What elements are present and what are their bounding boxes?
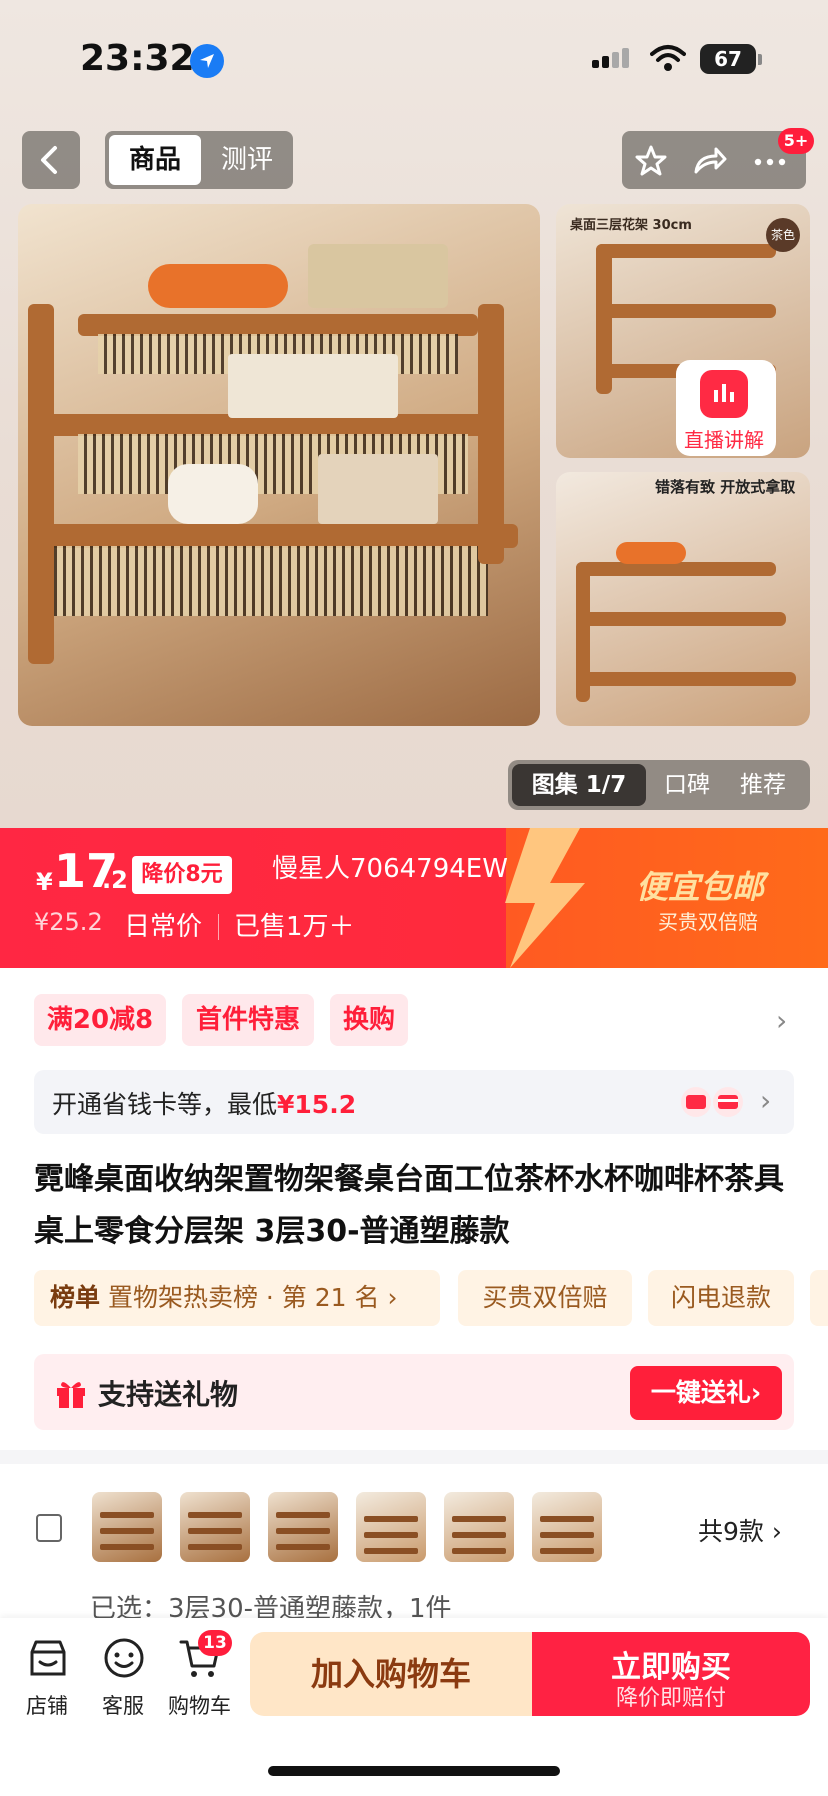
promo-subtitle: 买贵双倍赔	[658, 910, 758, 934]
customer-service-icon[interactable]	[102, 1636, 146, 1680]
divider	[218, 914, 219, 940]
promo-chip-discount[interactable]: 满20减8	[34, 994, 166, 1046]
top-tab-switcher: 商品 测评	[105, 131, 293, 189]
promo-title: 便宜包邮	[636, 868, 765, 906]
sold-count: 已售1万＋	[234, 912, 355, 942]
live-stream-label: 直播讲解	[684, 428, 764, 452]
sku-total-link[interactable]: 共9款 ›	[698, 1512, 782, 1548]
sku-option[interactable]	[356, 1492, 426, 1562]
buy-now-button[interactable]: 立即购买 降价即赔付	[532, 1632, 810, 1716]
gallery-switcher: 图集 1/7 口碑 推荐	[508, 760, 810, 810]
promo-chip-exchange[interactable]: 换购	[330, 994, 408, 1046]
thumbnail-image-2[interactable]	[556, 472, 810, 726]
sku-option[interactable]	[92, 1492, 162, 1562]
chevron-left-icon	[41, 146, 57, 174]
live-stream-icon	[700, 370, 748, 418]
tab-product[interactable]: 商品	[109, 135, 201, 185]
buy-now-sub: 降价即赔付	[615, 1686, 726, 1711]
customer-service-label[interactable]: 客服	[102, 1690, 144, 1720]
daily-price-label: 日常价	[124, 912, 203, 942]
coupon-icons	[680, 1086, 746, 1118]
store-icon[interactable]	[26, 1636, 70, 1680]
home-indicator[interactable]	[268, 1766, 560, 1776]
saver-chevron-icon: ›	[760, 1084, 772, 1117]
wifi-icon	[650, 44, 686, 76]
add-to-cart-button[interactable]: 加入购物车	[250, 1632, 532, 1716]
sku-option[interactable]	[532, 1492, 602, 1562]
user-name: 慢星人7064794EW	[272, 854, 508, 884]
chevron-right-icon[interactable]: ›	[776, 1004, 787, 1037]
gift-label: 支持送礼物	[98, 1378, 239, 1411]
price-banner: ¥ 17 .2 降价8元 慢星人7064794EW ¥25.2 日常价 已售1万…	[0, 828, 828, 968]
gift-icon	[54, 1376, 88, 1414]
sku-option[interactable]	[268, 1492, 338, 1562]
location-icon	[190, 44, 224, 78]
guarantee-price-match[interactable]: 买贵双倍赔	[458, 1270, 632, 1326]
cart-count-badge: 13	[198, 1630, 232, 1656]
thumbnail-2-caption: 错落有致 开放式拿取	[655, 478, 796, 496]
cellular-signal-icon	[592, 48, 632, 68]
tab-review[interactable]: 测评	[205, 135, 289, 185]
product-title: 霓峰桌面收纳架置物架餐桌台面工位茶杯水杯咖啡杯茶具桌上零食分层架 3层30-普通…	[34, 1162, 784, 1249]
sku-select-icon	[36, 1514, 62, 1542]
saver-label: 开通省钱卡等，最低	[52, 1090, 278, 1119]
guarantee-fast-refund[interactable]: 闪电退款	[648, 1270, 794, 1326]
section-divider	[0, 1450, 828, 1464]
thumbnail-1-caption: 桌面三层花架 30cm	[570, 218, 692, 233]
sku-option[interactable]	[444, 1492, 514, 1562]
gallery-tab-images[interactable]: 图集 1/7	[512, 764, 646, 806]
gallery-tab-recommend[interactable]: 推荐	[740, 764, 786, 806]
price-currency: ¥	[36, 868, 53, 896]
store-label[interactable]: 店铺	[26, 1690, 68, 1720]
ranking-badge[interactable]: 榜单 置物架热卖榜 · 第 21 名 ›	[34, 1270, 440, 1326]
saver-price: ¥15.2	[277, 1090, 357, 1119]
price-decimal: .2	[102, 866, 128, 894]
ranking-text: 置物架热卖榜 · 第 21 名 ›	[107, 1283, 398, 1312]
sku-option[interactable]	[180, 1492, 250, 1562]
gallery-tab-reviews[interactable]: 口碑	[664, 764, 710, 806]
original-price: ¥25.2	[34, 908, 103, 936]
saver-text: 开通省钱卡等，最低¥15.2	[52, 1085, 356, 1121]
promo-chip-first-order[interactable]: 首件特惠	[182, 994, 314, 1046]
more-tags-edge	[810, 1270, 828, 1326]
cart-label[interactable]: 购物车	[168, 1690, 231, 1720]
back-button[interactable]	[22, 131, 80, 189]
share-icon[interactable]	[692, 144, 728, 178]
status-time: 23:32	[80, 38, 195, 79]
main-product-image[interactable]	[18, 204, 540, 726]
ranking-label: 榜单	[50, 1283, 101, 1312]
send-gift-button[interactable]: 一键送礼›	[630, 1366, 782, 1420]
price-drop-badge: 降价8元	[132, 856, 232, 894]
favorite-star-icon[interactable]	[634, 144, 668, 178]
battery-icon: 67	[700, 44, 756, 74]
notification-badge: 5+	[778, 128, 814, 154]
color-tag: 茶色	[766, 218, 800, 252]
battery-cap	[758, 54, 762, 65]
